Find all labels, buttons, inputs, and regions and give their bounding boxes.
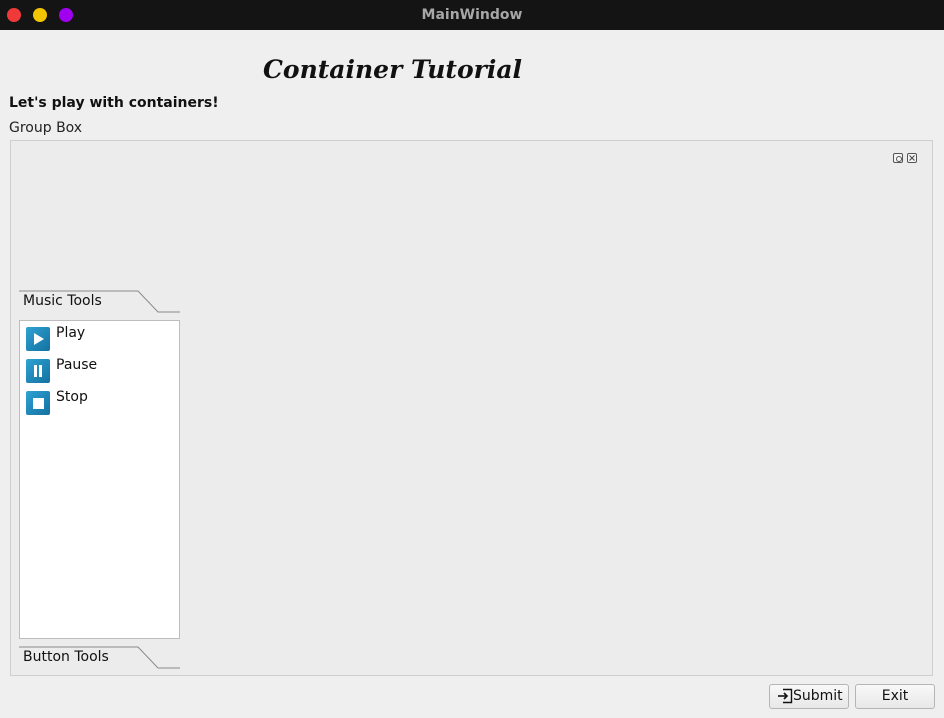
login-icon <box>778 688 793 704</box>
pause-icon <box>26 359 50 383</box>
toolbox-tab-label: Music Tools <box>23 293 102 309</box>
dock-float-button[interactable] <box>893 153 903 163</box>
submit-button[interactable]: Submit <box>769 684 849 709</box>
tool-item-label: Pause <box>56 357 98 373</box>
tool-item-pause[interactable]: Pause <box>26 357 176 383</box>
toolbox-tab-button-tools[interactable]: Button Tools <box>19 646 180 669</box>
window-title: MainWindow <box>421 7 523 23</box>
dock-close-button[interactable] <box>907 153 917 163</box>
music-tools-list: Play Pause Stop <box>19 320 180 639</box>
close-icon <box>909 155 915 161</box>
page-subtitle: Let's play with containers! <box>9 95 219 111</box>
page-title: Container Tutorial <box>263 55 523 84</box>
title-bar: MainWindow <box>0 0 944 30</box>
main-window: MainWindow Container Tutorial Let's play… <box>0 0 944 718</box>
play-icon <box>26 327 50 351</box>
submit-button-label: Submit <box>793 688 843 704</box>
tool-item-play[interactable]: Play <box>26 325 176 351</box>
tool-item-label: Stop <box>56 389 88 405</box>
tool-item-stop[interactable]: Stop <box>26 389 176 415</box>
stop-icon <box>26 391 50 415</box>
toolbox-tab-music-tools[interactable]: Music Tools <box>19 290 180 313</box>
toolbox-tab-label: Button Tools <box>23 649 109 665</box>
tool-item-label: Play <box>56 325 86 341</box>
exit-button[interactable]: Exit <box>855 684 935 709</box>
group-box-title: Group Box <box>9 120 83 136</box>
